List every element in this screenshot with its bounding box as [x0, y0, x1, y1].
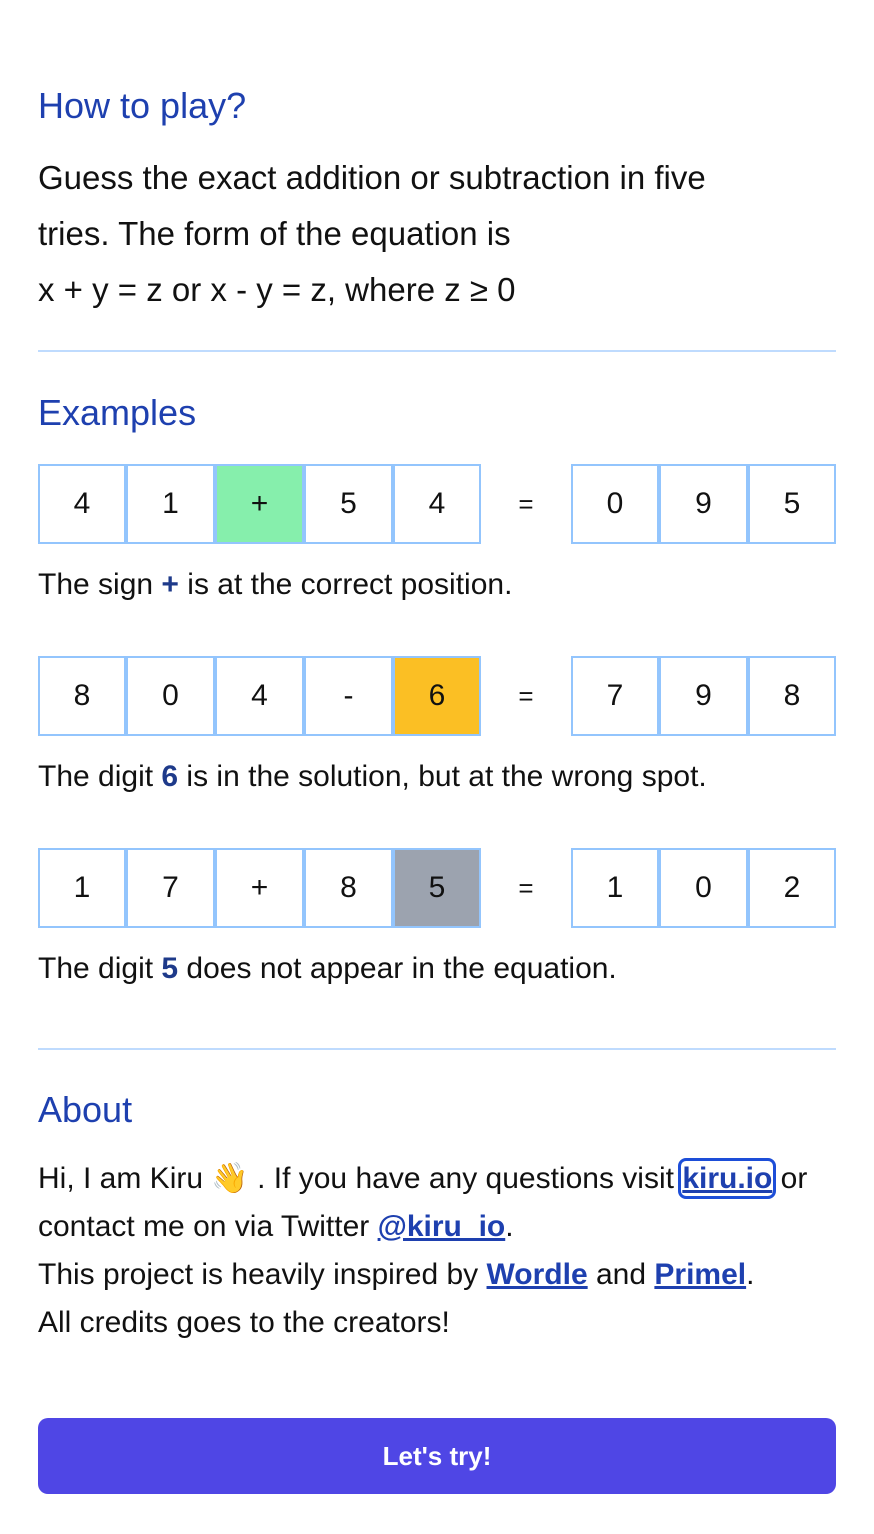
desc-text: The digit [38, 952, 162, 985]
tile: 4 [393, 464, 481, 544]
example-row-2: 8 0 4 - 6 = 7 9 8 [38, 656, 836, 736]
tile: + [215, 848, 304, 928]
about-text-segment: Hi, I am Kiru [38, 1162, 212, 1195]
tile: 4 [38, 464, 126, 544]
equals-sign: = [518, 680, 534, 711]
result-tile: 7 [571, 656, 659, 736]
equals-sign: = [518, 488, 534, 519]
tile-absent: 5 [393, 848, 481, 928]
desc-text: is at the correct position. [178, 568, 513, 601]
result-tile: 5 [748, 464, 836, 544]
tile: 8 [38, 656, 126, 736]
instructions-line-1: Guess the exact addition or subtraction … [38, 159, 706, 196]
result-tile: 0 [659, 848, 748, 928]
tile: - [304, 656, 393, 736]
example-row-3: 1 7 + 8 5 = 1 0 2 [38, 848, 836, 928]
desc-text: is in the solution, but at the wrong spo… [178, 760, 707, 793]
about-heading: About [38, 1089, 133, 1130]
about-text-segment: . If you have any questions visit [248, 1162, 683, 1195]
examples-heading: Examples [38, 392, 197, 433]
result-tile: 2 [748, 848, 836, 928]
about-text-segment: . [746, 1258, 755, 1291]
tile: 0 [126, 656, 215, 736]
about-text-segment: . [505, 1210, 514, 1243]
tile: 7 [126, 848, 215, 928]
desc-text: The digit [38, 760, 162, 793]
waving-hand-icon: 👋 [211, 1162, 249, 1195]
result-tile: 9 [659, 464, 748, 544]
desc-highlight: + [161, 568, 179, 601]
example-description-3: The digit 5 does not appear in the equat… [38, 949, 617, 989]
about-text-segment: All credits goes to the creators! [38, 1306, 450, 1339]
tile-present: 6 [393, 656, 481, 736]
desc-highlight: 6 [161, 760, 179, 793]
divider [38, 1048, 836, 1050]
instructions-text: Guess the exact addition or subtraction … [38, 150, 838, 318]
divider [38, 350, 836, 352]
about-text-segment: and [587, 1258, 655, 1291]
desc-text: The sign [38, 568, 162, 601]
tile: 4 [215, 656, 304, 736]
result-tile: 8 [748, 656, 836, 736]
desc-highlight: 5 [161, 952, 179, 985]
kiru-io-link[interactable]: kiru.io [678, 1158, 777, 1199]
instructions-line-2: tries. The form of the equation is [38, 215, 511, 252]
tile: 5 [304, 464, 393, 544]
about-text: Hi, I am Kiru 👋 . If you have any questi… [38, 1155, 838, 1347]
equals-sign: = [518, 872, 534, 903]
lets-try-button[interactable]: Let's try! [38, 1418, 836, 1494]
example-row-1: 4 1 + 5 4 = 0 9 5 [38, 464, 836, 544]
twitter-link[interactable]: @kiru_io [378, 1210, 506, 1243]
tile-correct: + [215, 464, 304, 544]
result-tile: 1 [571, 848, 659, 928]
example-description-2: The digit 6 is in the solution, but at t… [38, 757, 707, 797]
tile: 1 [126, 464, 215, 544]
result-tile: 0 [571, 464, 659, 544]
how-to-play-heading: How to play? [38, 85, 247, 126]
equation-form: x + y = z or x - y = z, where z ≥ 0 [38, 271, 516, 308]
example-description-1: The sign + is at the correct position. [38, 565, 512, 605]
primel-link[interactable]: Primel [654, 1258, 746, 1291]
result-tile: 9 [659, 656, 748, 736]
tile: 8 [304, 848, 393, 928]
tile: 1 [38, 848, 126, 928]
wordle-link[interactable]: Wordle [487, 1258, 588, 1291]
desc-text: does not appear in the equation. [178, 952, 617, 985]
about-text-segment: This project is heavily inspired by [38, 1258, 487, 1291]
